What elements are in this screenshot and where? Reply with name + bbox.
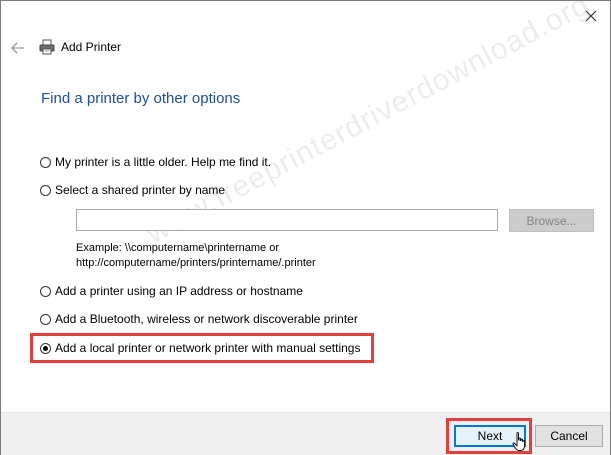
close-button[interactable] xyxy=(578,5,604,27)
option-older-printer-label: My printer is a little older. Help me fi… xyxy=(55,155,272,169)
option-local-printer[interactable]: Add a local printer or network printer w… xyxy=(40,341,360,355)
option-shared-printer[interactable]: Select a shared printer by name xyxy=(40,183,225,197)
printer-icon xyxy=(39,39,55,55)
example-line-2: http://computername/printers/printername… xyxy=(76,257,316,269)
example-text: Example: \\computername\printername or h… xyxy=(76,241,316,271)
radio-bluetooth-wireless[interactable] xyxy=(40,313,51,325)
shared-printer-name-input[interactable] xyxy=(76,209,498,231)
mouse-cursor-icon xyxy=(512,432,525,451)
radio-shared-printer[interactable] xyxy=(40,184,51,196)
back-button[interactable] xyxy=(9,39,27,57)
option-bluetooth-wireless[interactable]: Add a Bluetooth, wireless or network dis… xyxy=(40,312,358,326)
option-shared-printer-label: Select a shared printer by name xyxy=(55,183,226,197)
option-ip-address[interactable]: Add a printer using an IP address or hos… xyxy=(40,284,303,298)
wizard-title: Add Printer xyxy=(39,39,121,55)
close-icon xyxy=(585,10,597,22)
example-line-1: Example: \\computername\printername or xyxy=(76,242,279,254)
radio-local-printer[interactable] xyxy=(40,342,51,354)
radio-older-printer[interactable] xyxy=(40,156,51,168)
option-ip-address-label: Add a printer using an IP address or hos… xyxy=(55,284,303,298)
option-bluetooth-wireless-label: Add a Bluetooth, wireless or network dis… xyxy=(55,312,358,326)
radio-ip-address[interactable] xyxy=(40,285,51,297)
add-printer-window: Add Printer Find a printer by other opti… xyxy=(0,0,611,455)
window-title: Add Printer xyxy=(61,40,122,54)
back-arrow-icon xyxy=(11,42,24,54)
browse-button[interactable]: Browse... xyxy=(509,209,594,232)
cancel-button[interactable]: Cancel xyxy=(535,425,603,447)
option-older-printer[interactable]: My printer is a little older. Help me fi… xyxy=(40,155,271,169)
option-local-printer-label: Add a local printer or network printer w… xyxy=(55,341,361,355)
page-heading: Find a printer by other options xyxy=(41,90,241,107)
